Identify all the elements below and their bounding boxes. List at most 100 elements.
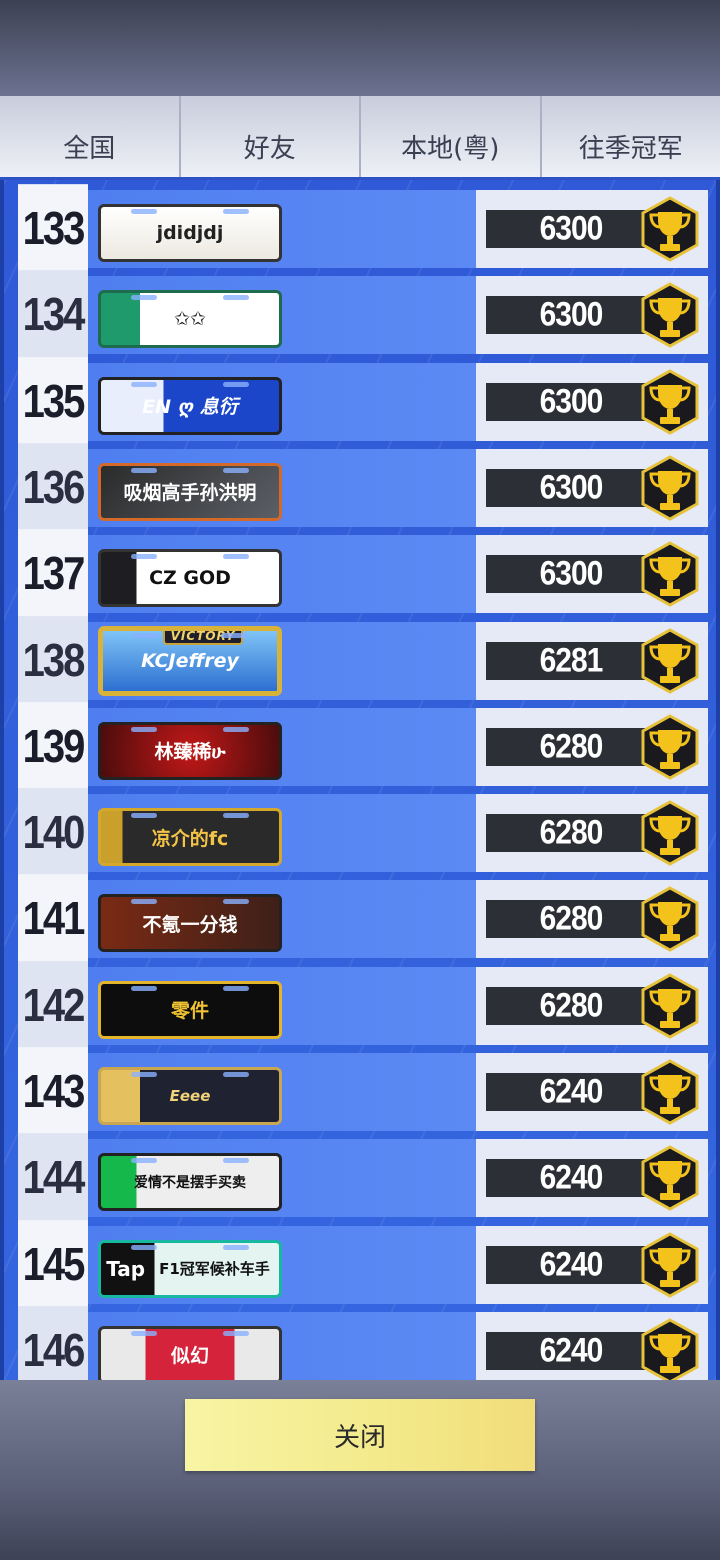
trophy-icon (641, 800, 699, 866)
score-text: 6280 (539, 813, 604, 852)
score-value: 6240 (486, 1158, 656, 1198)
rank-number: 136 (18, 443, 88, 533)
score-value: 6280 (486, 986, 656, 1025)
table-row[interactable]: 134 ✩✩ 6300 (18, 270, 708, 361)
player-nameplate[interactable]: 凉介的fc (98, 808, 282, 867)
score-panel: 6300 (476, 276, 708, 355)
trophy-icon (641, 282, 699, 349)
player-name: 凉介的fc (151, 827, 229, 850)
table-row[interactable]: 144 爱情不是摆手买卖 6240 (18, 1133, 708, 1224)
player-name: 不氪一分钱 (142, 913, 238, 936)
player-name: KCJeffrey (141, 649, 239, 672)
table-row[interactable]: 145 Tap F1冠军候补车手 6240 (18, 1219, 708, 1310)
player-nameplate[interactable]: 零件 (98, 980, 282, 1039)
score-value: 6300 (486, 468, 656, 507)
score-value: 6280 (486, 899, 656, 939)
score-value: 6240 (486, 1331, 656, 1370)
score-panel: 6240 (476, 1311, 708, 1380)
table-row[interactable]: 138 VICTORY KCJeffrey 6281 (18, 615, 708, 706)
rank-number: 134 (18, 270, 88, 361)
rank-number: 143 (18, 1047, 88, 1137)
rank-number: 142 (18, 960, 88, 1051)
table-row[interactable]: 139 林臻稀ሁ 6280 (18, 701, 708, 792)
player-nameplate[interactable]: Tap F1冠军候补车手 (98, 1239, 282, 1298)
player-nameplate[interactable]: CZ GOD (98, 549, 282, 608)
victory-tag: VICTORY (163, 630, 243, 645)
trophy-icon (641, 1318, 699, 1380)
score-text: 6240 (539, 1245, 604, 1283)
player-nameplate[interactable]: Eeee (98, 1067, 282, 1125)
score-panel: 6300 (476, 190, 708, 268)
table-row[interactable]: 140 凉介的fc 6280 (18, 788, 708, 878)
rank-number: 144 (18, 1133, 88, 1224)
score-value: 6300 (486, 296, 656, 335)
score-panel: 6240 (476, 1053, 708, 1131)
rank-number: 138 (18, 615, 88, 706)
close-button[interactable]: 关闭 (185, 1399, 535, 1471)
plate-badge: Tap (106, 1256, 146, 1281)
table-row[interactable]: 142 零件 6280 (18, 960, 708, 1051)
score-value: 6280 (486, 813, 656, 853)
top-header-area (0, 0, 720, 96)
trophy-icon (641, 972, 699, 1039)
player-nameplate[interactable]: ✩✩ (98, 290, 282, 349)
trophy-icon (641, 627, 699, 694)
trophy-icon (641, 455, 699, 521)
tab-friends[interactable]: 好友 (180, 96, 361, 177)
player-nameplate[interactable]: 不氪一分钱 (98, 894, 282, 953)
score-text: 6300 (539, 554, 604, 593)
score-panel: 6240 (476, 1225, 708, 1304)
score-panel: 6300 (476, 535, 708, 614)
player-nameplate[interactable]: 似幻 (98, 1325, 282, 1380)
score-text: 6280 (539, 986, 604, 1025)
score-panel: 6280 (476, 794, 708, 873)
score-text: 6240 (539, 1072, 604, 1111)
score-text: 6300 (539, 468, 604, 507)
score-text: 6240 (539, 1158, 604, 1197)
score-value: 6281 (486, 640, 656, 680)
score-value: 6280 (486, 727, 656, 766)
player-name: 吸烟高手孙洪明 (123, 482, 257, 505)
table-row[interactable]: 133 jdidjdj 6300 (18, 184, 708, 274)
trophy-icon (641, 714, 699, 780)
trophy-icon (641, 541, 699, 607)
player-nameplate[interactable]: VICTORY KCJeffrey (98, 625, 282, 696)
leaderboard-list[interactable]: 133 jdidjdj 6300 134 ✩✩ 6300 135 EN ღ 息衍 6300 136… (0, 180, 720, 1380)
table-row[interactable]: 135 EN ღ 息衍 6300 (18, 356, 708, 447)
score-value: 6300 (486, 554, 656, 594)
player-nameplate[interactable]: 林臻稀ሁ (98, 721, 282, 780)
tab-national[interactable]: 全国 (0, 96, 181, 177)
table-row[interactable]: 141 不氪一分钱 6280 (18, 874, 708, 965)
score-text: 6281 (539, 640, 604, 679)
player-nameplate[interactable]: jdidjdj (98, 204, 282, 262)
score-text: 6300 (539, 382, 604, 420)
table-row[interactable]: 136 吸烟高手孙洪明 6300 (18, 443, 708, 533)
table-row[interactable]: 143 Eeee 6240 (18, 1047, 708, 1137)
player-name: 林臻稀ሁ (154, 741, 226, 764)
player-nameplate[interactable]: 吸烟高手孙洪明 (98, 462, 282, 521)
rank-number: 137 (18, 529, 88, 620)
score-text: 6300 (539, 209, 604, 248)
player-name: 爱情不是摆手买卖 (134, 1175, 246, 1192)
rank-number: 139 (18, 701, 88, 792)
rank-number: 145 (18, 1219, 88, 1310)
player-name: 似幻 (170, 1345, 209, 1368)
table-row[interactable]: 137 CZ GOD 6300 (18, 529, 708, 620)
tab-local[interactable]: 本地(粤) (361, 96, 542, 177)
score-panel: 6300 (476, 448, 708, 527)
score-text: 6280 (539, 899, 604, 938)
rank-number: 133 (18, 184, 88, 274)
leaderboard-tabs: 全国 好友 本地(粤) 往季冠军 (0, 96, 720, 180)
player-name: 零件 (170, 1000, 209, 1023)
table-row[interactable]: 146 似幻 6240 (18, 1306, 708, 1380)
player-name: Eeee (169, 1087, 211, 1105)
player-name: jdidjdj (156, 222, 224, 244)
player-nameplate[interactable]: 爱情不是摆手买卖 (98, 1153, 282, 1212)
player-nameplate[interactable]: EN ღ 息衍 (98, 376, 282, 435)
trophy-icon (641, 1059, 699, 1125)
player-name: EN ღ 息衍 (142, 396, 238, 419)
tab-past-champions[interactable]: 往季冠军 (541, 96, 720, 177)
score-panel: 6280 (476, 707, 708, 786)
player-name: CZ GOD (149, 567, 231, 590)
player-name: ✩✩ (174, 308, 206, 331)
